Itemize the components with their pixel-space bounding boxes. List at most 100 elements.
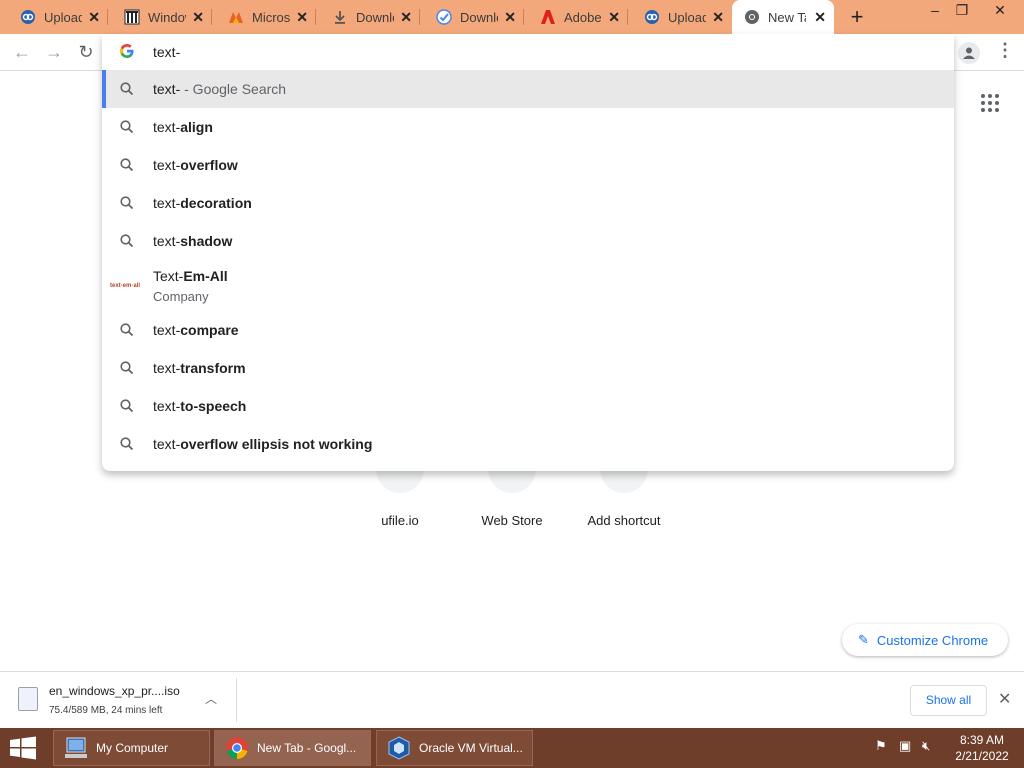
customize-chrome-button[interactable]: ✎ Customize Chrome (842, 624, 1008, 656)
suggestion-item[interactable]: text-align (102, 108, 954, 146)
shortcut-label: Web Store (481, 513, 543, 528)
tab-windows[interactable]: Windows ✕ (104, 0, 212, 34)
columns-icon (124, 9, 140, 25)
suggestion-item[interactable]: text-shadow (102, 222, 954, 260)
microsoft-icon (228, 9, 244, 25)
close-window-button[interactable]: ✕ (985, 0, 1015, 22)
back-button[interactable]: ← (11, 42, 33, 63)
suggestion-item[interactable]: text-overflow ellipsis not working (102, 425, 954, 463)
maximize-button[interactable]: ❐ (947, 0, 977, 22)
download-icon (332, 9, 348, 25)
google-icon (119, 43, 135, 59)
suggestion-text: text-shadow (153, 233, 233, 249)
suggestion-text: text- - Google Search (153, 81, 287, 97)
suggestion-text: text-transform (153, 360, 246, 376)
minimize-button[interactable]: – (920, 0, 950, 22)
clock-time: 8:39 AM (959, 733, 1005, 747)
close-icon[interactable]: ✕ (504, 9, 516, 26)
suggestion-item-entity[interactable]: text·em·all Text-Em-All Company (102, 260, 954, 312)
close-icon[interactable]: ✕ (88, 9, 100, 26)
suggestion-text: text-to-speech (153, 398, 247, 414)
suggestion-text: text-align (153, 119, 213, 135)
tab-download-2[interactable]: Download ✕ (416, 0, 524, 34)
taskbar-chrome[interactable]: New Tab - Googl... (214, 730, 371, 766)
tab-upload-2[interactable]: Upload ✕ (624, 0, 732, 34)
close-icon[interactable]: ✕ (998, 689, 1011, 709)
suggestion-text: text-decoration (153, 195, 252, 211)
apps-grid-icon[interactable] (981, 94, 999, 112)
suggestion-subtitle: Company (153, 289, 209, 304)
windows-start-icon[interactable] (8, 736, 38, 760)
profile-icon[interactable] (958, 42, 980, 64)
tab-title: Upload (668, 9, 706, 25)
omnibox-dropdown: text- text- - Google Search text-align t… (102, 34, 954, 471)
pencil-icon: ✎ (858, 632, 869, 647)
taskbar: My Computer New Tab - Googl... Oracle VM… (0, 728, 1024, 768)
tab-title: Download (460, 9, 498, 25)
tab-download-1[interactable]: Download ✕ (312, 0, 420, 34)
suggestion-item[interactable]: text-transform (102, 349, 954, 387)
chevron-up-icon[interactable]: ︿ (205, 690, 217, 707)
suggestion-item[interactable]: text-overflow (102, 146, 954, 184)
omnibox-input[interactable]: text- (153, 44, 180, 60)
new-tab-button[interactable]: + (846, 4, 868, 30)
tab-title: Download (356, 9, 394, 25)
close-icon[interactable]: ✕ (400, 9, 412, 26)
adobe-icon (540, 9, 556, 25)
search-icon (120, 361, 134, 375)
system-clock[interactable]: 8:39 AM 2/21/2022 (948, 732, 1016, 764)
taskbar-label: New Tab - Googl... (257, 741, 357, 755)
suggestion-item[interactable]: text-to-speech (102, 387, 954, 425)
chrome-icon (223, 734, 251, 762)
close-icon[interactable]: ✕ (712, 9, 724, 26)
file-icon (18, 687, 38, 711)
chrome-icon (744, 9, 760, 25)
network-icon[interactable]: ▣ (899, 738, 911, 754)
tab-title: Upload (44, 9, 82, 25)
close-icon[interactable]: ✕ (192, 9, 204, 26)
close-icon[interactable]: ✕ (814, 9, 826, 26)
suggestion-text: text-compare (153, 322, 239, 338)
check-circle-icon (436, 9, 452, 25)
menu-icon[interactable]: ⋮ (996, 40, 1014, 61)
taskbar-my-computer[interactable]: My Computer (53, 730, 210, 766)
tab-title: Windows (148, 9, 186, 25)
tab-title: New Tab (768, 9, 806, 25)
speaker-muted-icon[interactable]: 🔇︎ (922, 738, 930, 754)
tab-new-tab[interactable]: New Tab ✕ (732, 0, 834, 34)
tab-adobe[interactable]: Adobe ✕ (520, 0, 628, 34)
forward-button[interactable]: → (43, 42, 65, 63)
tab-title: Adobe (564, 9, 602, 25)
tab-strip: Upload ✕ Windows ✕ Microsoft ✕ Download … (0, 0, 1024, 34)
taskbar-label: My Computer (96, 741, 169, 755)
download-filename[interactable]: en_windows_xp_pr....iso (49, 684, 180, 698)
address-bar[interactable]: text- (102, 34, 954, 70)
suggestion-item[interactable]: text-decoration (102, 184, 954, 222)
search-icon (120, 82, 134, 96)
reload-button[interactable]: ↻ (75, 42, 97, 63)
search-icon (120, 120, 134, 134)
suggestion-item[interactable]: text-compare (102, 311, 954, 349)
show-all-button[interactable]: Show all (910, 685, 987, 716)
suggestion-text: Text-Em-All Company (153, 268, 228, 304)
divider (236, 678, 237, 722)
close-icon[interactable]: ✕ (296, 9, 308, 26)
close-icon[interactable]: ✕ (608, 9, 620, 26)
taskbar-virtualbox[interactable]: Oracle VM Virtual... (376, 730, 533, 766)
customize-label: Customize Chrome (876, 632, 989, 648)
text-em-all-logo: text·em·all (110, 283, 141, 289)
download-bar: en_windows_xp_pr....iso 75.4/589 MB, 24 … (0, 671, 1024, 728)
suggestion-item[interactable]: text- - Google Search (102, 70, 954, 108)
suggestion-text: text-overflow (153, 157, 238, 173)
tab-upload-1[interactable]: Upload ✕ (0, 0, 108, 34)
download-status: 75.4/589 MB, 24 mins left (49, 705, 163, 716)
search-icon (120, 158, 134, 172)
shortcut-label: ufile.io (381, 513, 419, 528)
tab-microsoft[interactable]: Microsoft ✕ (208, 0, 316, 34)
search-icon (120, 196, 134, 210)
shortcut-label: Add shortcut (587, 513, 661, 528)
flag-icon[interactable]: ⚑ (875, 738, 887, 754)
search-icon (120, 437, 134, 451)
clock-date: 2/21/2022 (955, 749, 1009, 763)
taskbar-label: Oracle VM Virtual... (419, 741, 523, 755)
